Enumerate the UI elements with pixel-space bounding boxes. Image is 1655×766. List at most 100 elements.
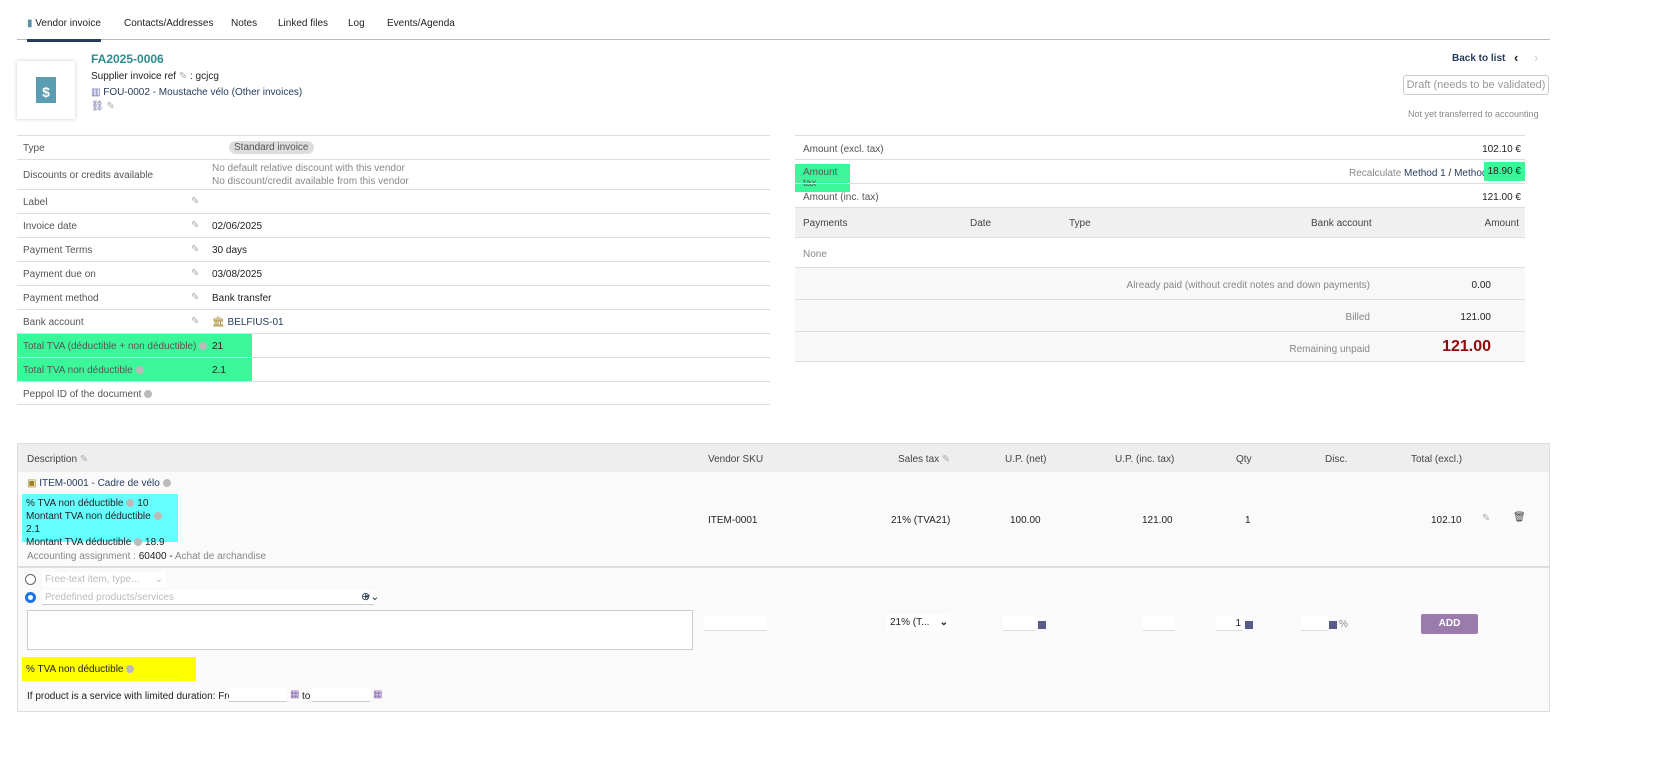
edit-pencil-icon[interactable]: ✎ (191, 220, 199, 231)
amount-value: 102.10 € (1482, 144, 1521, 155)
vendor-sku-input[interactable] (704, 616, 767, 631)
product-select[interactable]: Predefined products/services ▾ (42, 590, 374, 605)
calculator-icon[interactable] (1245, 621, 1253, 629)
remaining-value: 121.00 (1442, 338, 1491, 355)
info-icon (199, 342, 208, 351)
edit-pencil-icon[interactable]: ✎ (80, 454, 88, 465)
accounting-status: Not yet transferred to accounting (1408, 109, 1539, 119)
add-button[interactable]: ADD (1421, 614, 1478, 634)
qty-input[interactable]: 1 (1216, 616, 1243, 631)
edit-pencil-icon[interactable]: ✎ (191, 292, 199, 303)
back-to-list-link[interactable]: Back to list (1452, 53, 1505, 64)
remaining-label: Remaining unpaid (1289, 344, 1370, 355)
payments-empty-row: None (795, 237, 1525, 267)
tab-notes[interactable]: Notes (231, 18, 257, 29)
accounting-name: Achat de archandise (174, 551, 267, 562)
edit-pencil-icon[interactable]: ✎ (191, 196, 199, 207)
column-header: Amount (1484, 218, 1519, 229)
line-tax: 21% (TVA21) (891, 515, 951, 526)
field-value: 02/06/2025 (212, 221, 263, 232)
edit-pencil-icon[interactable]: ✎ (942, 454, 950, 465)
amount-label: Amount (inc. tax) (803, 192, 879, 203)
tab-linked-files[interactable]: Linked files (278, 18, 328, 29)
amount-value: 18.90 € (1483, 162, 1525, 181)
tab-events[interactable]: Events/Agenda (387, 18, 455, 29)
other-invoices-link[interactable]: (Other invoices) (232, 87, 303, 98)
add-product-icon[interactable]: ⊕⌄ (361, 590, 379, 603)
column-header: Vendor SKU (708, 454, 764, 465)
product-link[interactable]: ITEM-0001 - Cadre de vélo (39, 478, 160, 489)
amount-tax-row: Amount tax Recalculate Method 1 / Method … (795, 159, 1525, 192)
lines-header: Description ✎ Vendor SKU Sales tax ✎ U.P… (18, 444, 1549, 472)
tva-input[interactable] (134, 661, 182, 676)
credit-text: No discount/credit available from this v… (212, 176, 409, 187)
tax-select[interactable]: 21% (T... ⌄ (887, 615, 951, 631)
payments-header: Payments Date Type Bank account Amount (795, 207, 1525, 237)
date-from-input[interactable] (229, 688, 287, 702)
line-up-inc: 121.00 (1142, 515, 1173, 526)
line-qty: 1 (1245, 515, 1251, 526)
project-icon[interactable]: ⛓ ✎ (91, 101, 115, 112)
info-icon (135, 366, 144, 375)
already-paid-value: 0.00 (1471, 280, 1491, 291)
edit-pencil-icon[interactable]: ✎ (191, 316, 199, 327)
edit-pencil-icon[interactable]: ✎ (191, 244, 199, 255)
tab-contacts[interactable]: Contacts/Addresses (124, 18, 214, 29)
edit-pencil-icon[interactable]: ✎ (191, 268, 199, 279)
discount-text: No default relative discount with this v… (212, 163, 405, 174)
column-header: Qty (1236, 454, 1252, 465)
type-badge: Standard invoice (229, 141, 314, 154)
date-to-input[interactable] (312, 688, 370, 702)
field-row-peppol: Peppol ID of the document (17, 381, 770, 405)
field-row-payment-method: Payment method ✎ Bank transfer (17, 285, 770, 309)
field-row-total-tva: Total TVA (déductible + non déductible) 2… (17, 333, 770, 357)
bank-icon: 🏛 (212, 317, 225, 328)
field-value: 2.1 (212, 365, 226, 376)
invoice-icon: ▮ (27, 18, 33, 29)
amount-inc-row: Amount (inc. tax) 121.00 € (795, 183, 1525, 207)
free-text-select[interactable]: Free-text item, type... ⌄ (42, 572, 166, 587)
field-label: Invoice date (23, 221, 77, 232)
edit-pencil-icon[interactable]: ✎ (106, 101, 114, 112)
field-label: Discounts or credits available (23, 170, 154, 181)
discount-input[interactable] (1301, 616, 1328, 631)
amount-label: Amount (excl. tax) (803, 144, 884, 155)
column-header: Sales tax (898, 454, 940, 465)
amount-value: 121.00 € (1482, 192, 1521, 203)
recalculate-label: Recalculate (1349, 168, 1402, 179)
up-inc-input[interactable] (1143, 616, 1175, 631)
field-value: Bank transfer (212, 293, 272, 304)
field-row-invoice-date: Invoice date ✎ 02/06/2025 (17, 213, 770, 237)
tab-label: Vendor invoice (35, 18, 101, 29)
tab-vendor-invoice[interactable]: ▮ Vendor invoice (27, 18, 101, 42)
supplier-ref-label: Supplier invoice ref (91, 71, 177, 82)
up-net-input[interactable] (1003, 616, 1035, 631)
line-row: ▣ ITEM-0001 - Cadre de vélo % TVA non dé… (18, 472, 1549, 568)
field-label: Payment method (23, 293, 99, 304)
calculator-icon[interactable] (1329, 621, 1337, 629)
edit-pencil-icon[interactable]: ✎ (179, 71, 187, 82)
edit-line-icon[interactable]: ✎ (1482, 513, 1490, 524)
calendar-icon[interactable]: ▦ (373, 689, 382, 700)
previous-icon[interactable]: ‹ (1514, 50, 1518, 65)
vendor-link[interactable]: FOU-0002 - Moustache vélo (103, 87, 229, 98)
tab-log[interactable]: Log (348, 18, 365, 29)
column-header: Bank account (1311, 218, 1372, 229)
info-icon (162, 479, 171, 488)
free-text-radio[interactable] (25, 574, 36, 585)
predefined-radio[interactable] (25, 592, 36, 603)
billed-label: Billed (1345, 312, 1370, 323)
delete-line-icon[interactable]: 🗑 (1513, 512, 1526, 523)
extra-value: 10 (137, 498, 149, 509)
next-icon[interactable]: › (1534, 50, 1538, 65)
description-textarea[interactable] (27, 610, 693, 650)
bank-account-link[interactable]: BELFIUS-01 (227, 317, 283, 328)
line-total: 102.10 (1431, 515, 1462, 526)
method-1-link[interactable]: Method 1 (1404, 168, 1446, 179)
calculator-icon[interactable] (1038, 621, 1046, 629)
supplier-ref-value: : gcjcg (190, 71, 219, 82)
tva-label: % TVA non déductible (26, 664, 124, 675)
column-header: Type (1069, 218, 1091, 229)
calendar-icon[interactable]: ▦ (290, 689, 299, 700)
lines-table: Description ✎ Vendor SKU Sales tax ✎ U.P… (17, 443, 1550, 712)
